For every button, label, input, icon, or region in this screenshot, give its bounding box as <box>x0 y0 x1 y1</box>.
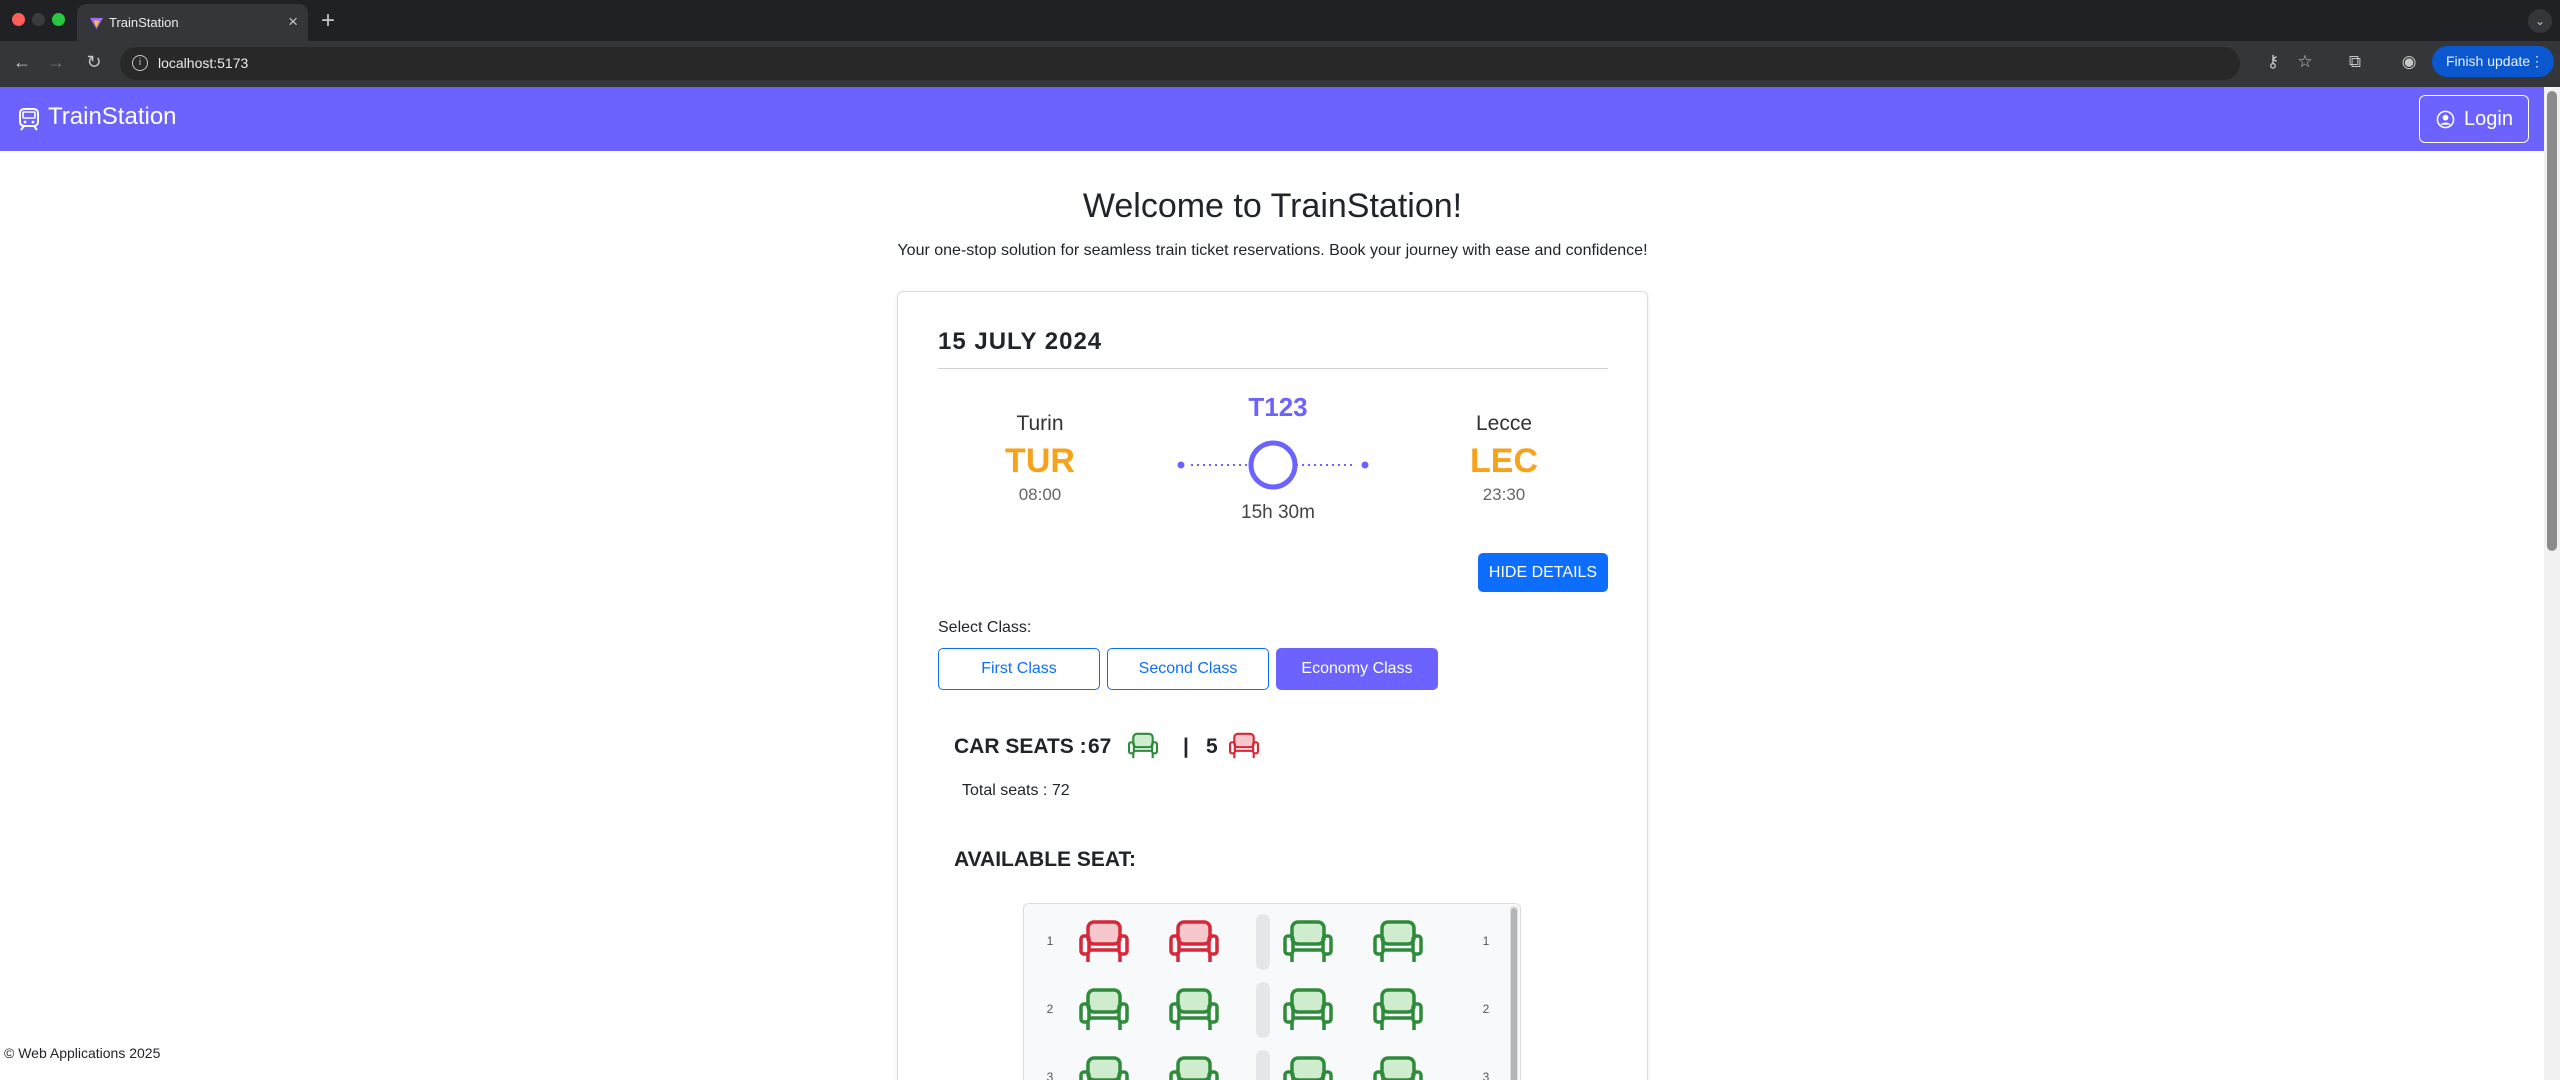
seat-row-number: 3 <box>1482 1070 1490 1080</box>
available-seat-icon[interactable] <box>1076 982 1132 1038</box>
route-line-icon <box>1177 440 1369 490</box>
available-seats-count: 67 <box>1088 735 1112 758</box>
bookmark-star-icon[interactable]: ☆ <box>2294 52 2316 72</box>
window-zoom-dot[interactable] <box>52 13 65 26</box>
seat-row-number: 2 <box>1046 1002 1054 1016</box>
first-class-button[interactable]: First Class <box>938 648 1100 690</box>
finish-update-label: Finish update <box>2446 53 2531 69</box>
occupied-seat-icon <box>1228 732 1260 759</box>
vite-favicon-icon <box>89 17 104 30</box>
tab-title: TrainStation <box>109 15 179 30</box>
divider <box>938 368 1608 369</box>
arrival-time: 23:30 <box>1482 485 1526 504</box>
available-seat-icon[interactable] <box>1076 1050 1132 1080</box>
finish-update-button[interactable]: Finish update ⋮ <box>2432 46 2554 77</box>
window-close-dot[interactable] <box>12 13 25 26</box>
seat-row-number: 2 <box>1482 1002 1490 1016</box>
browser-toolbar: ← → ↻ i localhost:5173 ⚷ ☆ ⧉ ◉ Finish up… <box>0 41 2560 87</box>
page-subtitle: Your one-stop solution for seamless trai… <box>897 242 1648 259</box>
occupied-seat-icon <box>1166 914 1222 970</box>
tab-search-icon[interactable]: ⌄ <box>2528 9 2552 33</box>
available-seat-icon[interactable] <box>1370 1050 1426 1080</box>
page-scrollbar[interactable] <box>2544 87 2560 1080</box>
available-seat-icon[interactable] <box>1280 914 1336 970</box>
footer-copyright: © Web Applications 2025 <box>4 1045 161 1061</box>
occupied-seats-count: 5 <box>1206 735 1218 758</box>
available-seat-icon <box>1127 732 1159 759</box>
departure-station: Turin TUR 08:00 <box>965 412 1115 505</box>
browser-tab-bar: TrainStation × + ⌄ <box>0 0 2560 41</box>
total-seats: Total seats : 72 <box>962 782 1070 799</box>
profile-icon[interactable]: ◉ <box>2398 52 2420 72</box>
page-title: Welcome to TrainStation! <box>1082 187 1463 225</box>
departure-city: Turin <box>1016 412 1064 435</box>
app-brand[interactable]: TrainStation <box>48 103 177 131</box>
hide-details-button[interactable]: HIDE DETAILS <box>1478 553 1608 592</box>
select-class-label: Select Class: <box>938 619 1032 636</box>
arrival-station: Lecce LEC 23:30 <box>1429 412 1579 505</box>
available-seat-icon[interactable] <box>1370 914 1426 970</box>
seat-map-scroll-thumb[interactable] <box>1511 908 1517 1080</box>
seat-row-number: 3 <box>1046 1070 1054 1080</box>
available-seat-icon[interactable] <box>1280 1050 1336 1080</box>
new-tab-icon[interactable]: + <box>321 7 335 35</box>
page-scroll-thumb[interactable] <box>2547 91 2557 551</box>
tab-close-icon[interactable]: × <box>288 12 298 32</box>
address-bar[interactable]: i localhost:5173 <box>120 47 2240 80</box>
train-icon <box>19 108 39 131</box>
arrival-code: LEC <box>1470 442 1538 480</box>
app-navbar: TrainStation Login <box>0 87 2545 151</box>
browser-tab[interactable]: TrainStation × <box>77 4 308 41</box>
available-seat-icon[interactable] <box>1166 1050 1222 1080</box>
car-seats-label: CAR SEATS : <box>954 735 1087 758</box>
login-button[interactable]: Login <box>2419 95 2529 143</box>
user-circle-icon <box>2436 110 2455 129</box>
available-seat-heading: AVAILABLE SEAT: <box>954 848 1136 871</box>
forward-icon[interactable]: → <box>44 52 68 73</box>
economy-class-button[interactable]: Economy Class <box>1276 648 1438 690</box>
trip-card: 15 JULY 2024 Turin TUR 08:00 T123 15h 30… <box>897 291 1648 1080</box>
second-class-button[interactable]: Second Class <box>1107 648 1269 690</box>
kebab-menu-icon: ⋮ <box>2530 53 2544 69</box>
arrival-city: Lecce <box>1475 412 1533 435</box>
train-code: T123 <box>1248 392 1308 422</box>
site-info-icon[interactable]: i <box>132 55 148 71</box>
login-label: Login <box>2464 108 2513 130</box>
password-key-icon[interactable]: ⚷ <box>2262 52 2284 72</box>
available-seat-icon[interactable] <box>1280 982 1336 1038</box>
occupied-seat-icon <box>1076 914 1132 970</box>
aisle <box>1256 914 1270 970</box>
reload-icon[interactable]: ↻ <box>82 52 106 73</box>
url-text[interactable]: localhost:5173 <box>158 55 248 71</box>
available-seat-icon[interactable] <box>1370 982 1426 1038</box>
trip-duration: 15h 30m <box>1241 502 1315 523</box>
seat-count-separator: | <box>1183 735 1189 758</box>
trip-date: 15 JULY 2024 <box>938 328 1103 355</box>
seat-row-number: 1 <box>1482 934 1490 948</box>
departure-code: TUR <box>1005 442 1075 480</box>
available-seat-icon[interactable] <box>1166 982 1222 1038</box>
seat-row-number: 1 <box>1046 934 1054 948</box>
back-icon[interactable]: ← <box>10 52 34 73</box>
aisle <box>1256 982 1270 1038</box>
departure-time: 08:00 <box>1018 485 1062 504</box>
aisle <box>1256 1050 1270 1080</box>
page-viewport: TrainStation Login Welcome to TrainStati… <box>0 87 2560 1080</box>
window-minimize-dot[interactable] <box>32 13 45 26</box>
extensions-icon[interactable]: ⧉ <box>2344 52 2366 72</box>
seat-map[interactable]: 1 1 2 2 3 3 <box>1023 903 1521 1080</box>
